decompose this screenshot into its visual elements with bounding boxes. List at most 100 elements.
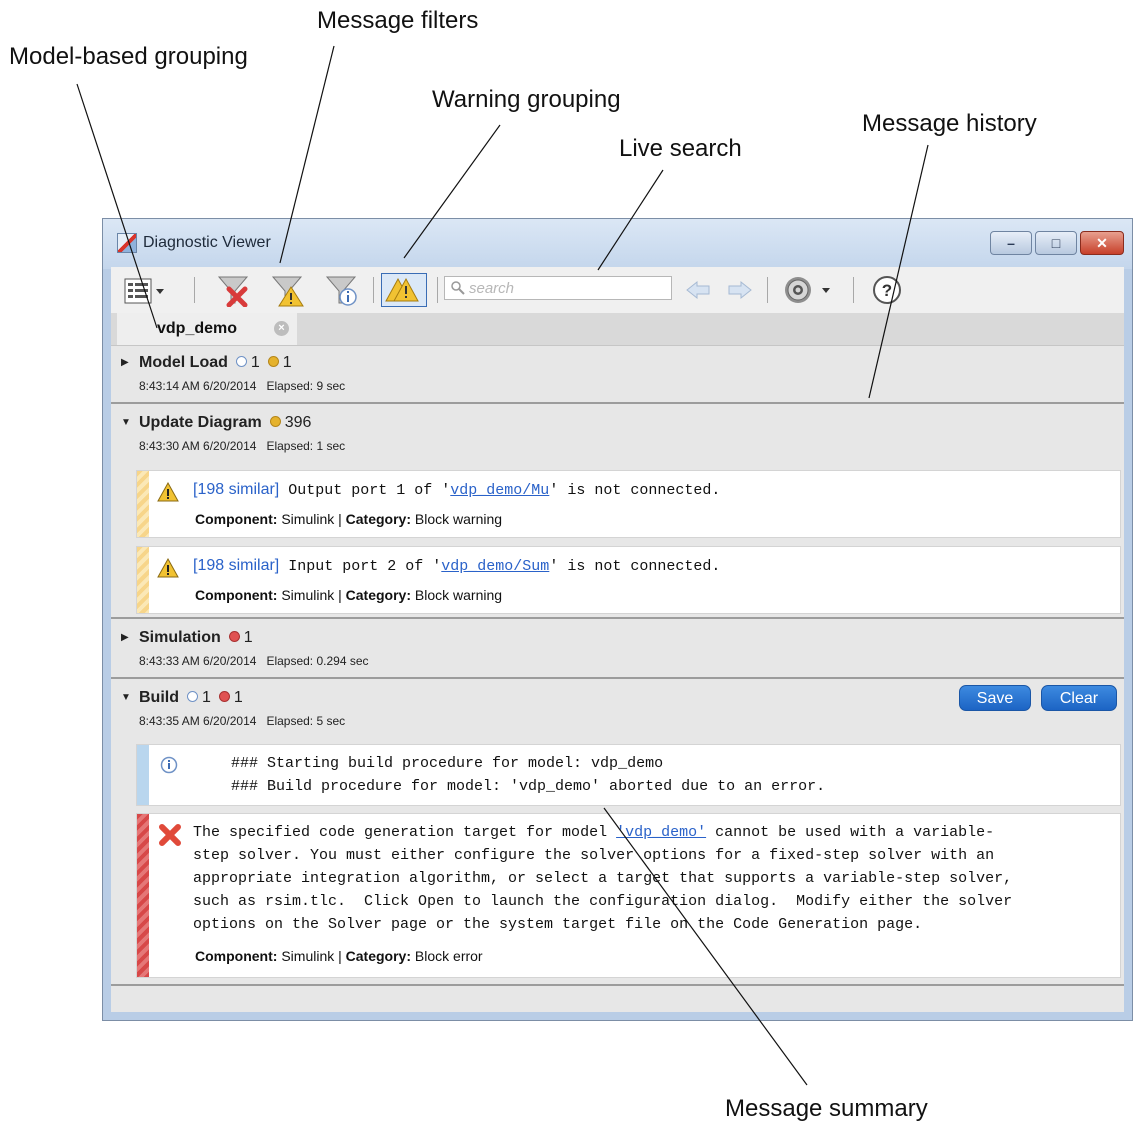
info-stripe [137,745,149,805]
message-meta: Component: Simulink | Category: Block wa… [195,511,503,527]
toolbar: search ? [111,267,1124,313]
collapse-arrow-icon[interactable]: ▼ [121,692,131,703]
settings-menu-button[interactable] [779,273,839,307]
history-forward-button[interactable] [723,273,755,307]
error-filter-icon [217,276,249,307]
grouping-menu-button[interactable] [121,273,169,307]
warning-message[interactable]: [198 similar] Output port 1 of 'vdp_demo… [136,470,1121,538]
callout-live-search: Live search [619,135,742,162]
maximize-button[interactable]: □ [1035,231,1077,255]
group-title-text: Model Load [139,354,228,371]
callout-message-summary: Message summary [725,1095,928,1122]
group-divider [111,984,1124,986]
info-icon [235,356,247,368]
group-divider [111,402,1124,404]
error-count: 1 [243,629,253,646]
warning-stripe [137,547,149,613]
category-label: Category: [345,511,412,527]
info-filter-button[interactable] [321,273,361,307]
group-title: Update Diagram 396 [139,414,311,432]
block-link[interactable]: vdp_demo/Mu [450,482,549,499]
error-line-3: appropriate integration algorithm, or se… [193,870,1013,887]
elapsed-time: Elapsed: 5 sec [266,714,346,728]
expand-arrow-icon[interactable]: ▶ [121,357,129,368]
group-timestamp: 8:43:35 AM 6/20/2014 Elapsed: 5 sec [139,714,355,728]
error-line-2: step solver. You must either configure t… [193,847,995,864]
arrow-right-icon [728,280,752,300]
error-text-pre: The specified code generation target for… [193,824,617,841]
toolbar-separator [437,277,438,303]
message-text-post: ' is not connected. [549,558,721,575]
group-divider [111,617,1124,619]
component-value: Simulink [281,511,335,527]
close-window-button[interactable]: ✕ [1080,231,1124,255]
category-label: Category: [345,948,412,964]
minimize-button[interactable]: – [990,231,1032,255]
error-stripe [137,814,149,977]
minimize-icon: – [1007,235,1015,251]
group-timestamp: 8:43:30 AM 6/20/2014 Elapsed: 1 sec [139,439,355,453]
collapse-arrow-icon[interactable]: ▼ [121,417,131,428]
arrow-left-icon [686,280,710,300]
block-link[interactable]: vdp_demo/Sum [441,558,549,575]
warning-message[interactable]: [198 similar] Input port 2 of 'vdp_demo/… [136,546,1121,614]
group-model-load[interactable]: ▶ Model Load 1 1 8:43:14 AM 6/20/2014 Elaps… [111,346,1124,402]
toolbar-separator [373,277,374,303]
info-icon [187,691,198,703]
help-button[interactable]: ? [869,273,905,307]
elapsed-time: Elapsed: 1 sec [266,439,346,453]
gear-icon [785,277,830,303]
toolbar-separator [853,277,854,303]
group-title: Simulation 1 [139,629,253,647]
close-icon: ✕ [1096,235,1108,251]
error-icon [228,631,240,643]
history-back-button[interactable] [683,273,715,307]
elapsed-time: Elapsed: 0.294 sec [266,654,369,668]
warning-grouping-toggle[interactable] [381,273,427,307]
warning-icon [157,482,179,502]
warning-filter-button[interactable] [267,273,307,307]
message-text: [198 similar] Output port 1 of 'vdp_demo… [193,481,720,499]
callout-message-filters: Message filters [317,7,479,34]
diagnostic-viewer-window: Diagnostic Viewer – □ ✕ search ? vdp_dem… [102,218,1133,1021]
window-client: search ? vdp_demo × ▶ Model Load 1 1 8:4… [111,267,1124,1012]
title-bar: Diagnostic Viewer – □ ✕ [103,219,1132,269]
app-icon [117,233,137,253]
similar-count-link[interactable]: [198 similar] [193,481,279,498]
warning-icon [157,558,179,578]
callout-model-based-grouping: Model-based grouping [9,43,248,70]
error-filter-button[interactable] [213,273,253,307]
tab-close-icon[interactable]: × [274,321,289,336]
component-label: Component: [195,511,278,527]
category-value: Block error [414,948,483,964]
group-simulation[interactable]: ▶ Simulation 1 8:43:33 AM 6/20/2014 Elapse… [111,621,1124,677]
info-message[interactable]: ### Starting build procedure for model: … [136,744,1121,806]
message-pane: ▶ Model Load 1 1 8:43:14 AM 6/20/2014 Elaps… [111,346,1124,1012]
maximize-icon: □ [1051,235,1061,251]
window-controls: – □ ✕ [990,231,1124,255]
warning-filter-icon [271,276,304,307]
message-text-pre: Input port 2 of ' [279,558,442,575]
expand-arrow-icon[interactable]: ▶ [121,632,129,643]
tab-label: vdp_demo [157,320,238,337]
similar-count-link[interactable]: [198 similar] [193,557,279,574]
warning-stripe [137,471,149,537]
tab-vdp-demo[interactable]: vdp_demo × [117,313,297,345]
component-label: Component: [195,948,278,964]
callout-message-history: Message history [862,110,1037,137]
category-value: Block warning [414,587,503,603]
group-timestamp: 8:43:14 AM 6/20/2014 Elapsed: 9 sec [139,379,355,393]
search-input[interactable]: search [444,276,672,300]
clear-button[interactable]: Clear [1041,685,1117,711]
error-line-4: such as rsim.tlc. Click Open to launch t… [193,893,1013,910]
model-tab-strip: vdp_demo × [111,313,1124,346]
error-message[interactable]: The specified code generation target for… [136,813,1121,978]
error-x-icon [159,824,181,846]
message-text-post: ' is not connected. [549,482,721,499]
model-link[interactable]: 'vdp_demo' [616,824,706,841]
timestamp: 8:43:33 AM 6/20/2014 [139,654,257,668]
save-button[interactable]: Save [959,685,1031,711]
error-line-5: options on the Solver page or the system… [193,916,923,933]
info-filter-icon [325,276,357,306]
group-update-diagram[interactable]: ▼ Update Diagram 396 8:43:30 AM 6/20/2014… [111,406,1124,462]
